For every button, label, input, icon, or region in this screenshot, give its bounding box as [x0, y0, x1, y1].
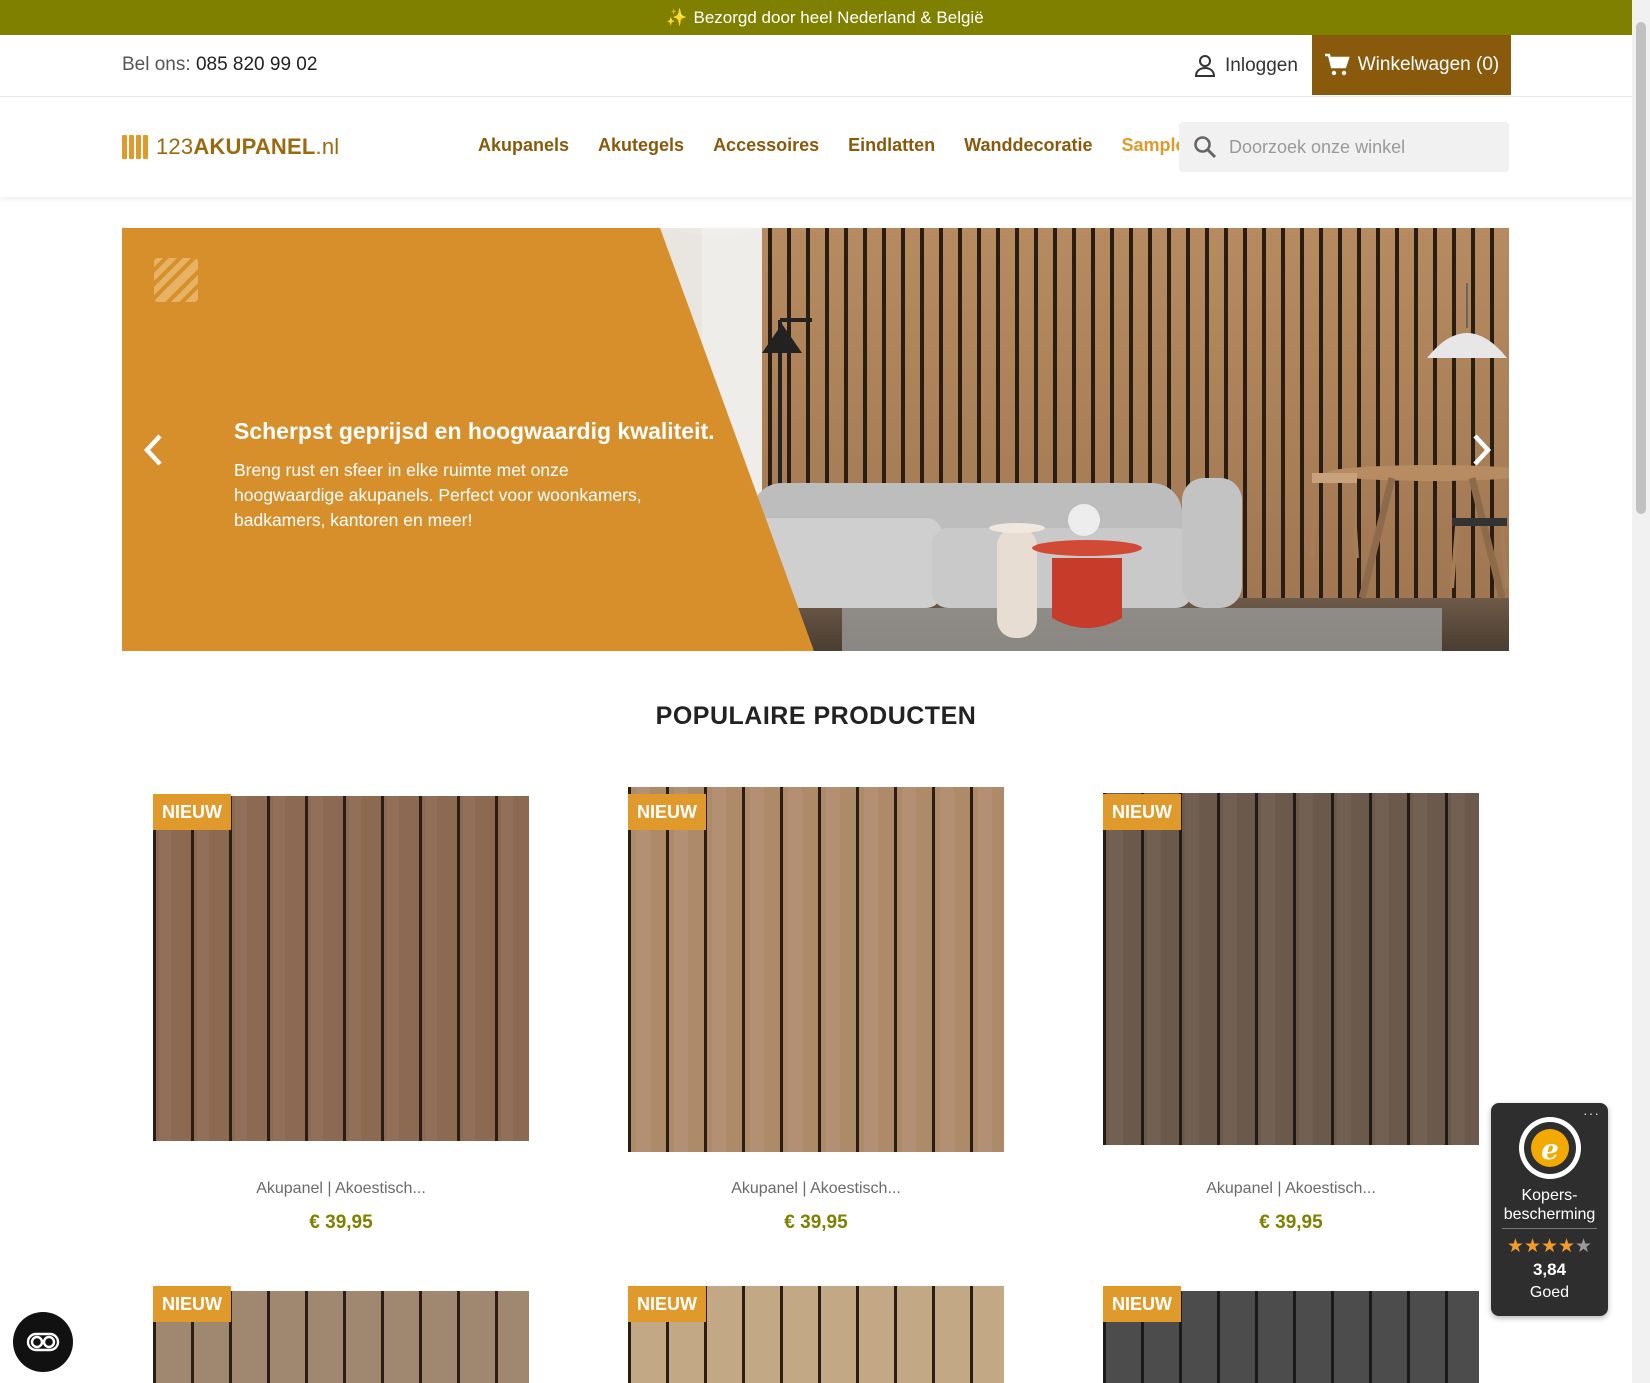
new-badge: NIEUW: [628, 1286, 706, 1322]
user-icon: [1194, 55, 1216, 77]
main-header: 123AKUPANEL.nl Akupanels Akutegels Acces…: [0, 97, 1650, 197]
scrollbar-thumb[interactable]: [1636, 22, 1646, 514]
product-price: € 39,95: [1259, 1212, 1323, 1233]
nav-item-wanddecoratie[interactable]: Wanddecoratie: [964, 135, 1092, 156]
main-nav: Akupanels Akutegels Accessoires Eindlatt…: [478, 135, 1241, 156]
site-logo[interactable]: 123AKUPANEL.nl: [122, 134, 339, 160]
page-scrollbar[interactable]: [1632, 0, 1650, 1383]
trusted-shops-widget[interactable]: ··· e Kopers- bescherming ★★★★★ 3,84 Goe…: [1491, 1103, 1608, 1316]
section-title: POPULAIRE PRODUCTEN: [655, 702, 977, 730]
product-image[interactable]: [628, 787, 1004, 1152]
rating-score: 3,84: [1532, 1260, 1567, 1279]
phone-number[interactable]: 085 820 99 02: [196, 54, 318, 75]
hero-brand-mark-icon: [154, 258, 198, 302]
logo-panel-icon: [122, 135, 148, 159]
product-name[interactable]: Akupanel | Akoestisch...: [153, 1180, 529, 1198]
product-name[interactable]: Akupanel | Akoestisch...: [628, 1180, 1004, 1198]
phone-contact[interactable]: Bel ons: 085 820 99 02: [122, 54, 317, 76]
announcement-bar: ✨ Bezorgd door heel Nederland & België: [0, 0, 1650, 35]
search-input[interactable]: [1229, 136, 1489, 158]
nav-item-accessoires[interactable]: Accessoires: [713, 135, 819, 156]
slider-prev-button[interactable]: [138, 428, 168, 472]
logo-text: 123AKUPANEL.nl: [156, 134, 340, 159]
rating-grade: Goed: [1529, 1284, 1570, 1301]
nav-item-akupanels[interactable]: Akupanels: [478, 135, 569, 156]
login-label: Inloggen: [1225, 55, 1298, 76]
hero-title: Scherpst geprijsd en hoogwaardig kwalite…: [234, 418, 715, 444]
svg-text:e: e: [1541, 1133, 1559, 1166]
divider: [1502, 1228, 1597, 1229]
more-options-icon[interactable]: ···: [1583, 1105, 1600, 1121]
product-image[interactable]: [153, 796, 529, 1141]
product-price: € 39,95: [309, 1212, 373, 1233]
utility-bar: Bel ons: 085 820 99 02 Inloggen Winkelwa…: [0, 35, 1650, 97]
new-badge: NIEUW: [1103, 794, 1181, 830]
product-image[interactable]: [1103, 793, 1479, 1145]
chevron-left-icon: [143, 434, 162, 466]
buyer-protection-label: Kopers- bescherming: [1503, 1187, 1596, 1223]
nav-item-eindlatten[interactable]: Eindlatten: [848, 135, 935, 156]
new-badge: NIEUW: [628, 794, 706, 830]
sparkles-icon: ✨: [666, 7, 688, 27]
announcement-text: Bezorgd door heel Nederland & België: [693, 7, 984, 27]
trusted-shops-seal-icon: e: [1519, 1117, 1581, 1179]
search-box: [1179, 122, 1509, 172]
accessibility-toggle-icon: [26, 1332, 60, 1352]
hero-slider: Scherpst geprijsd en hoogwaardig kwalite…: [122, 228, 1509, 651]
nav-item-akutegels[interactable]: Akutegels: [598, 135, 684, 156]
login-link[interactable]: Inloggen: [1194, 52, 1298, 80]
phone-label: Bel ons:: [122, 54, 191, 75]
search-icon[interactable]: [1193, 135, 1217, 159]
new-badge: NIEUW: [153, 1286, 231, 1322]
cart-button[interactable]: Winkelwagen (0): [1312, 35, 1511, 95]
rating-stars: ★★★★★: [1506, 1236, 1593, 1257]
slider-next-button[interactable]: [1467, 428, 1497, 472]
new-badge: NIEUW: [153, 794, 231, 830]
product-price: € 39,95: [784, 1212, 848, 1233]
cart-label: Winkelwagen (0): [1357, 54, 1500, 75]
accessibility-button[interactable]: [13, 1312, 73, 1372]
new-badge: NIEUW: [1103, 1286, 1181, 1322]
shopping-cart-icon: [1324, 53, 1350, 76]
hero-text: Breng rust en sfeer in elke ruimte met o…: [234, 460, 642, 530]
product-name[interactable]: Akupanel | Akoestisch...: [1103, 1180, 1479, 1198]
chevron-right-icon: [1473, 434, 1492, 466]
